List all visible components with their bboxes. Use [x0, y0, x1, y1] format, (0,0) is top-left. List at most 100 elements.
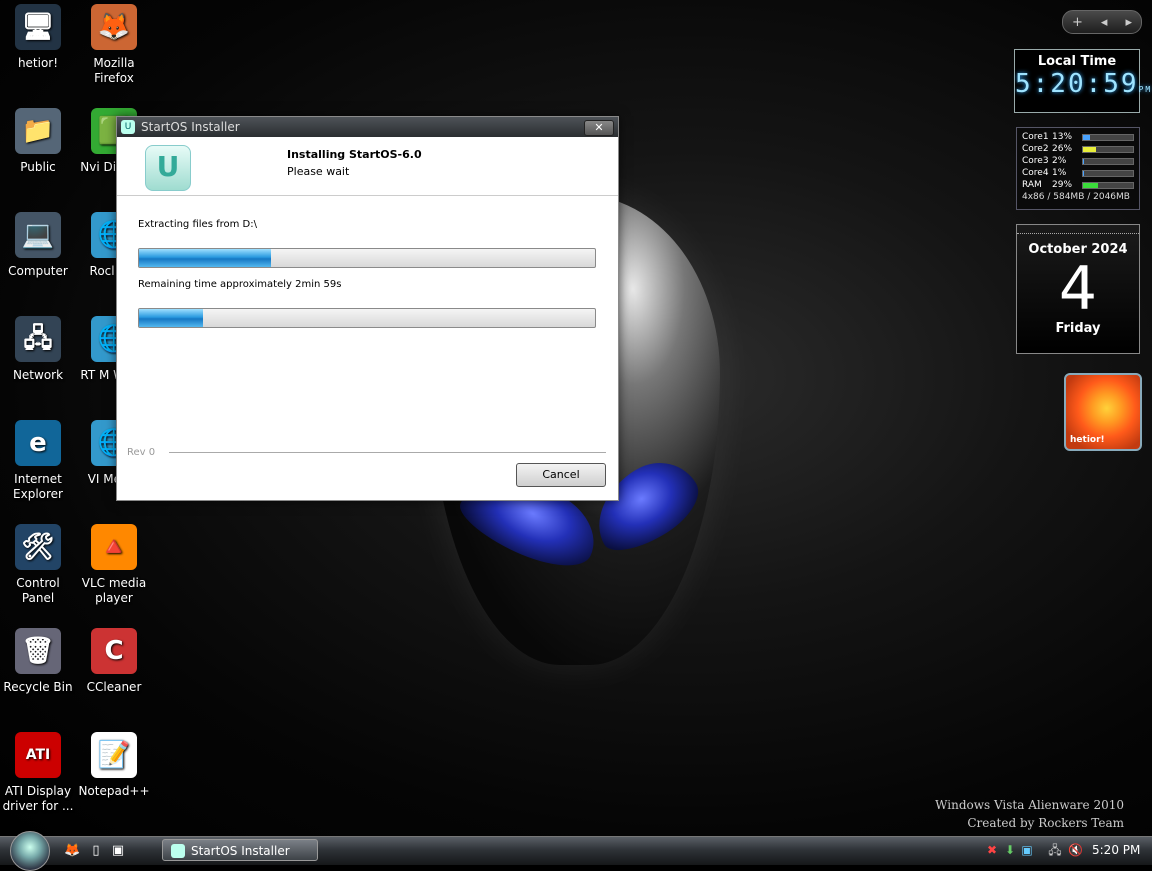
remaining-time-label: Remaining time approximately 2min 59s: [138, 279, 342, 290]
desktop-icon-image: e: [15, 420, 61, 466]
extract-progress-bar: [138, 248, 596, 268]
cpu-row-percent: 1%: [1052, 168, 1067, 178]
footer-divider: [169, 452, 606, 453]
firefox-quicklaunch-icon[interactable]: 🦊: [64, 843, 80, 859]
network-tray-icon[interactable]: 🖧: [1048, 843, 1062, 857]
display-tray-icon[interactable]: ▣: [1020, 843, 1034, 857]
cpu-row-percent: 2%: [1052, 156, 1067, 166]
extracting-label: Extracting files from D:\: [138, 219, 257, 230]
desktop-icon-image: 🖧: [15, 316, 61, 362]
desktop-icon-ccleaner[interactable]: C CCleaner: [76, 628, 152, 695]
cpu-row-percent: 26%: [1052, 144, 1073, 154]
install-heading: Installing StartOS-6.0: [287, 148, 422, 161]
desktop-icon-image: 🛠: [15, 524, 61, 570]
calendar-day: 4: [1058, 254, 1098, 324]
cpu-row-ram: RAM 29%: [1017, 179, 1139, 191]
desktop-icon-vlc-media-player[interactable]: 🔺 VLC media player: [76, 524, 152, 606]
desktop-icon-image: C: [91, 628, 137, 674]
desktop-icon-image: 🖥: [15, 4, 61, 50]
desktop-icon-internet-explorer[interactable]: e Internet Explorer: [0, 420, 76, 502]
desktop-icon-image: 📁: [15, 108, 61, 154]
cpu-row-name: Core4: [1022, 168, 1049, 178]
taskbar-button-label: StartOS Installer: [191, 844, 290, 858]
desktop-icon-label: Control Panel: [16, 576, 60, 605]
cpu-row-core4: Core4 1%: [1017, 167, 1139, 179]
installer-header: U Installing StartOS-6.0 Please wait: [117, 137, 618, 196]
cpu-row-core3: Core3 2%: [1017, 155, 1139, 167]
desktop-icon-public[interactable]: 📁 Public: [0, 108, 76, 175]
desktop-icon-hetior[interactable]: 🖥 hetior!: [0, 4, 76, 71]
cpu-memory-footer: 4x86 / 584MB / 2046MB: [1022, 192, 1130, 202]
desktop-icon-notepad[interactable]: 📝 Notepad++: [76, 732, 152, 799]
desktop-icon-recycle-bin[interactable]: 🗑 Recycle Bin: [0, 628, 76, 695]
wallpaper-watermark: Windows Vista Alienware 2010 Created by …: [935, 796, 1124, 832]
desktop-icon-control-panel[interactable]: 🛠 Control Panel: [0, 524, 76, 606]
show-desktop-icon[interactable]: ▣: [110, 843, 126, 859]
clock-gadget[interactable]: Local Time 5:20:59PM: [1014, 49, 1150, 113]
desktop-icon-mozilla-firefox[interactable]: 🦊 Mozilla Firefox: [76, 4, 152, 86]
cpu-row-name: Core1: [1022, 132, 1049, 142]
desktop-icon-label: Internet Explorer: [13, 472, 63, 501]
start-button[interactable]: [10, 831, 50, 871]
cpu-row-fill: [1083, 170, 1084, 176]
cpu-row-percent: 13%: [1052, 132, 1073, 142]
cpu-meter-gadget[interactable]: Core1 13% Core2 26% Core3 2% Core4 1% RAM 29% 4x8…: [1016, 127, 1140, 210]
desktop-icon-image: 🦊: [91, 4, 137, 50]
gadget-toolbar: + ◂ ▸: [1062, 10, 1142, 34]
desktop-icon-label: VLC media player: [81, 576, 147, 605]
cpu-row-fill: [1083, 146, 1096, 152]
document-quicklaunch-icon[interactable]: ▯: [88, 843, 104, 859]
desktop-icon-label: ATI Display driver for ...: [2, 784, 74, 813]
cpu-row-bar: [1082, 133, 1134, 141]
startos-app-icon: U: [121, 120, 135, 134]
revision-label: Rev 0: [127, 447, 156, 458]
volume-muted-tray-icon[interactable]: 🔇: [1068, 843, 1083, 857]
desktop-icon-image: 📝: [91, 732, 137, 778]
desktop-icon-label: Computer: [8, 264, 68, 278]
taskbar-startos-installer-button[interactable]: StartOS Installer: [162, 839, 318, 861]
installer-window: U StartOS Installer ✕ U Installing Start…: [116, 116, 619, 501]
slideshow-gadget[interactable]: hetior!: [1064, 373, 1142, 451]
security-alert-tray-icon[interactable]: ✖: [985, 843, 999, 857]
cpu-row-bar: [1082, 181, 1134, 189]
cpu-row-core1: Core1 13%: [1017, 131, 1139, 143]
calendar-rings: [1017, 225, 1139, 234]
cpu-row-fill: [1083, 182, 1098, 188]
cpu-row-fill: [1083, 134, 1090, 140]
clock-title: Local Time: [1037, 54, 1117, 69]
desktop-icon-computer[interactable]: 💻 Computer: [0, 212, 76, 279]
installer-titlebar[interactable]: U StartOS Installer ✕: [117, 117, 618, 137]
desktop-icon-label: Network: [12, 368, 64, 382]
startos-taskbar-icon: [171, 844, 185, 858]
install-subheading: Please wait: [287, 165, 350, 178]
desktop-icon-network[interactable]: 🖧 Network: [0, 316, 76, 383]
cancel-button[interactable]: Cancel: [516, 463, 606, 487]
taskbar-clock[interactable]: 5:20 PM: [1092, 843, 1140, 857]
calendar-gadget[interactable]: October 2024 4 Friday: [1016, 224, 1140, 354]
desktop-icon-label: hetior!: [17, 56, 59, 70]
add-gadget-button[interactable]: +: [1072, 15, 1083, 30]
next-gadgets-button[interactable]: ▸: [1125, 15, 1132, 30]
previous-gadgets-button[interactable]: ◂: [1101, 15, 1108, 30]
extract-progress-fill: [139, 249, 272, 267]
desktop-icon-image: 💻: [15, 212, 61, 258]
desktop-icon-image: 🗑: [15, 628, 61, 674]
cpu-row-percent: 29%: [1052, 180, 1073, 190]
slideshow-label: hetior!: [1070, 435, 1105, 445]
taskbar: 🦊 ▯ ▣ StartOS Installer ✖ ⬇ ▣ 🖧 🔇 5:20 P…: [0, 831, 1152, 871]
cpu-row-name: Core2: [1022, 144, 1049, 154]
cpu-row-bar: [1082, 157, 1134, 165]
cpu-row-name: Core3: [1022, 156, 1049, 166]
desktop-icon-label: Mozilla Firefox: [93, 56, 135, 85]
desktop-icon-ati-display-driver-for[interactable]: ATI ATI Display driver for ...: [0, 732, 76, 814]
update-tray-icon[interactable]: ⬇: [1003, 843, 1017, 857]
desktop-icon-image: ATI: [15, 732, 61, 778]
watermark-line1: Windows Vista Alienware 2010: [935, 798, 1124, 812]
cpu-row-bar: [1082, 169, 1134, 177]
watermark-line2: Created by Rockers Team: [967, 816, 1124, 830]
close-button[interactable]: ✕: [584, 120, 614, 136]
cpu-row-name: RAM: [1022, 180, 1042, 190]
cpu-row-core2: Core2 26%: [1017, 143, 1139, 155]
desktop-icon-label: Public: [20, 160, 56, 174]
startos-logo-icon: U: [145, 145, 191, 191]
